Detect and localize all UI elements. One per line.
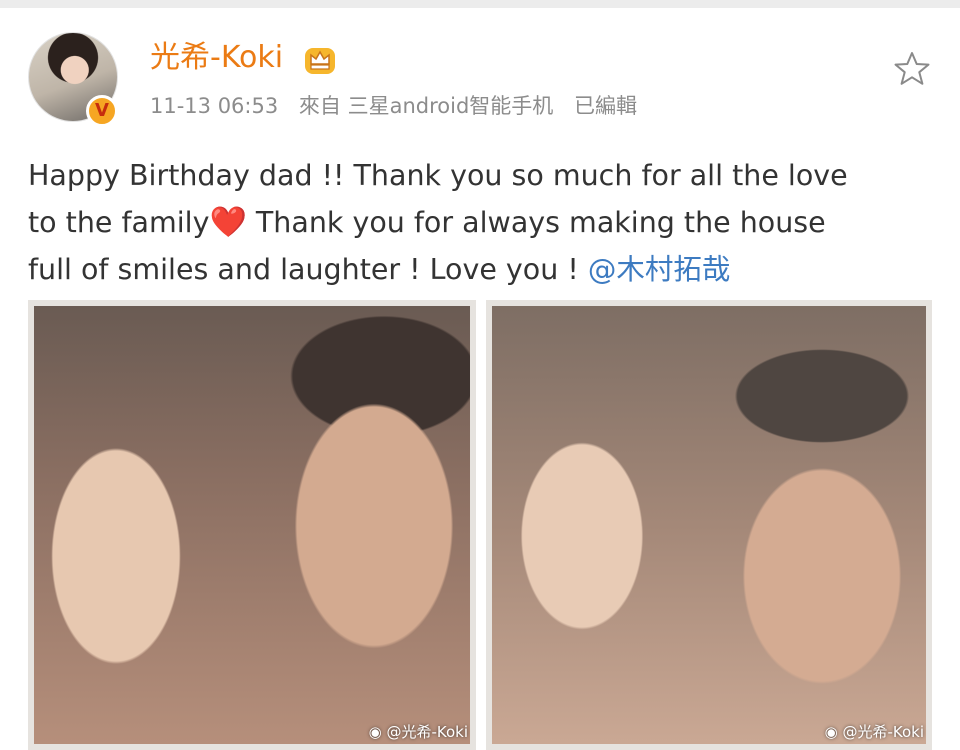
watermark-text: @光希-Koki <box>842 723 924 741</box>
post-meta: 11-13 06:53 來自 三星android智能手机 已編輯 <box>150 92 651 120</box>
verified-badge: V <box>86 95 118 127</box>
weibo-logo-icon: ◉ <box>368 723 382 741</box>
post-text: Happy Birthday dad !! Thank you so much … <box>28 152 928 293</box>
post-text-segment: to the family <box>28 206 210 239</box>
post-text-segment: full of smiles and laughter ! Love you ! <box>28 253 588 286</box>
post-text-line: full of smiles and laughter ! Love you !… <box>28 246 928 293</box>
post-photo[interactable]: ◉ @光希-Koki <box>28 300 476 750</box>
post-source: 來自 三星android智能手机 <box>298 94 554 118</box>
photo-image <box>492 306 926 744</box>
top-divider <box>0 0 960 8</box>
star-outline-icon[interactable] <box>893 50 931 88</box>
post-timestamp: 11-13 06:53 <box>150 94 279 118</box>
post-text-segment: Thank you for always making the house <box>246 206 826 239</box>
watermark-text: @光希-Koki <box>386 723 468 741</box>
username[interactable]: 光希-Koki <box>150 40 283 76</box>
mention-link[interactable]: @木村拓哉 <box>588 253 731 286</box>
post-text-line: Happy Birthday dad !! Thank you so much … <box>28 159 848 192</box>
photo-watermark: ◉ @光希-Koki <box>825 721 924 742</box>
photo-watermark: ◉ @光希-Koki <box>369 721 468 742</box>
post-photo[interactable]: ◉ @光希-Koki <box>486 300 932 750</box>
photo-image <box>34 306 470 744</box>
weibo-logo-icon: ◉ <box>824 723 838 741</box>
edited-label: 已編輯 <box>573 94 637 118</box>
post-text-line: to the family❤️ Thank you for always mak… <box>28 199 928 246</box>
heart-emoji-icon: ❤️ <box>209 205 247 240</box>
crown-icon <box>305 48 335 74</box>
